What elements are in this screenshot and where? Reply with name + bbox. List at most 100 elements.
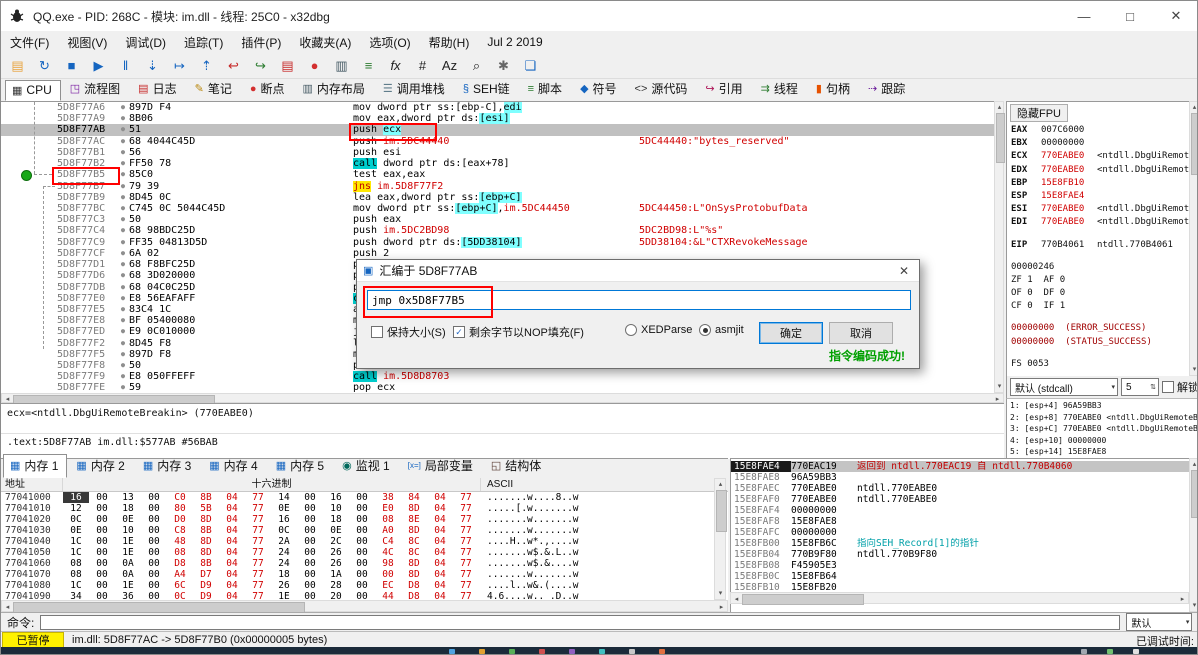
xedparse-radio[interactable] <box>625 324 637 336</box>
memory-byte[interactable]: 80 <box>167 503 193 514</box>
stop-icon[interactable]: ■ <box>59 54 84 77</box>
memory-byte[interactable]: 8E <box>401 514 427 525</box>
dialog-close-button[interactable]: ✕ <box>889 260 919 282</box>
registers-pane[interactable]: 隐藏FPU EAX 007C6000 EBX 00000000 ECX 770EABE0 <… <box>1006 101 1190 377</box>
register-row[interactable]: EBP 15E8FB10 <box>1011 177 1190 190</box>
memory-byte[interactable]: 04 <box>219 514 245 525</box>
memory-byte[interactable]: 0A <box>115 558 141 569</box>
memory-row[interactable]: 77041060 08 00 0A 00 D8 8B 04 77 24 00 26 00 98 8D 04 77… <box>1 558 728 569</box>
memory-byte[interactable]: 84 <box>401 492 427 503</box>
memory-row[interactable]: 77041070 08 00 0A 00 A4 D7 04 77 18 00 1A 00 00 8D 04 77… <box>1 569 728 580</box>
keep-size-option[interactable]: 保持大小(S) <box>371 324 446 340</box>
log-icon[interactable]: ▤ <box>275 54 300 77</box>
disasm-row[interactable]: 5D8F77B9 ● 8D45 0C lea eax,dword ptr ss:[eb… <box>1 191 1004 203</box>
flags-row[interactable]: OF 0 DF 0 <box>1011 287 1190 300</box>
memory-byte[interactable]: 00 <box>297 492 323 503</box>
stack-pane[interactable]: 15E8FAE4 770EAC19 返回到 ntdll.770EAC19 自 ntd… <box>730 458 1197 612</box>
memory-byte[interactable]: 77 <box>245 525 271 536</box>
register-row[interactable]: EIP 770B4061 ntdll.770B4061 <box>1011 239 1190 252</box>
taskbar-icon[interactable] <box>569 649 575 654</box>
memory-byte[interactable]: 00 <box>89 569 115 580</box>
memory-byte[interactable]: 00 <box>89 492 115 503</box>
step-into-icon[interactable]: ⇣ <box>140 54 165 77</box>
memory-byte[interactable]: 00 <box>141 492 167 503</box>
memory-byte[interactable]: 00 <box>349 503 375 514</box>
memory-byte[interactable]: 24 <box>271 558 297 569</box>
memory-byte[interactable]: 8D <box>401 558 427 569</box>
memory-byte[interactable]: 00 <box>141 536 167 547</box>
memory-byte[interactable]: 00 <box>297 503 323 514</box>
memory-byte[interactable]: 1E <box>115 536 141 547</box>
memory-byte[interactable]: 00 <box>349 492 375 503</box>
memory-row[interactable]: 77041000 16 00 13 00 C0 8B 04 77 14 00 16 00 38 84 04 77… <box>1 492 728 503</box>
stack-row[interactable]: 15E8FAE4 770EAC19 返回到 ntdll.770EAC19 自 ntd… <box>731 461 1197 472</box>
memory-byte[interactable]: 00 <box>297 569 323 580</box>
memory-byte[interactable]: 77 <box>453 547 479 558</box>
run-icon[interactable]: ▶ <box>86 54 111 77</box>
tray-icon[interactable] <box>1081 649 1087 654</box>
memory-byte[interactable]: 00 <box>297 514 323 525</box>
command-mode-select[interactable]: 默认 ▾ <box>1126 613 1193 631</box>
tab-memory-2[interactable]: ▦ 内存 2 <box>69 454 133 478</box>
disasm-row[interactable]: 5D8F77B5 ● 85C0 test eax,eax <box>1 169 1004 180</box>
minimize-button[interactable]: — <box>1061 1 1107 31</box>
memory-byte[interactable]: 8B <box>193 558 219 569</box>
memory-byte[interactable]: 00 <box>89 580 115 591</box>
keep-size-checkbox[interactable] <box>371 326 383 338</box>
memory-byte[interactable]: 00 <box>141 525 167 536</box>
memory-row[interactable]: 77041080 1C 00 1E 00 6C D9 04 77 26 00 28 00 EC D8 04 77… <box>1 580 728 591</box>
tab-memory-3[interactable]: ▦ 内存 3 <box>136 454 200 478</box>
memory-byte[interactable]: 00 <box>297 525 323 536</box>
memory-byte[interactable]: 04 <box>427 580 453 591</box>
memory-byte[interactable]: 18 <box>115 503 141 514</box>
memory-map-icon[interactable]: ▥ <box>329 54 354 77</box>
nop-fill-option[interactable]: ✓ 剩余字节以NOP填充(F) <box>453 324 584 340</box>
memory-byte[interactable]: 14 <box>271 492 297 503</box>
disasm-row[interactable]: 5D8F77A9 ● 8B06 mov eax,dword ptr ds:[esi] <box>1 113 1004 125</box>
tray-icon[interactable] <box>1107 649 1113 654</box>
assemble-dialog[interactable]: ▣ 汇编于 5D8F77AB ✕ 保持大小(S) ✓ 剩余字节以NOP填充(F)… <box>356 259 920 369</box>
memory-byte[interactable]: 16 <box>271 514 297 525</box>
memory-byte[interactable]: 0E <box>323 525 349 536</box>
tab-locals[interactable]: [x=] 局部变量 <box>401 454 482 478</box>
menu-trace[interactable]: 追踪(T) <box>175 32 232 53</box>
memory-byte[interactable]: 04 <box>427 558 453 569</box>
stack-row[interactable]: 15E8FAFC 00000000 <box>731 527 1197 538</box>
memory-byte[interactable]: 00 <box>141 580 167 591</box>
memory-scrollbar-horizontal[interactable]: ◂ ▸ <box>1 600 728 613</box>
tab-threads[interactable]: ⇉ 线程 <box>754 77 807 101</box>
memory-byte[interactable]: 77 <box>453 525 479 536</box>
memory-byte[interactable]: 08 <box>167 547 193 558</box>
memory-byte[interactable]: 00 <box>297 580 323 591</box>
flags-row[interactable]: CF 0 IF 1 <box>1011 300 1190 313</box>
register-row[interactable]: ECX 770EABE0 <ntdll.DbgUiRemoteBreakin> <box>1011 150 1190 163</box>
memory-byte[interactable]: 8B <box>193 525 219 536</box>
stack-scrollbar-horizontal[interactable]: ◂ ▸ <box>730 592 1189 605</box>
title-bar[interactable]: QQ.exe - PID: 268C - 模块: im.dll - 线程: 25… <box>1 1 1197 32</box>
memory-byte[interactable]: 00 <box>349 569 375 580</box>
taskbar-icon[interactable] <box>539 649 545 654</box>
memory-byte[interactable]: C0 <box>167 492 193 503</box>
tab-call-stack[interactable]: ☰ 调用堆栈 <box>376 77 454 101</box>
memory-row[interactable]: 77041010 12 00 18 00 80 5B 04 77 0E 00 10 00 E0 8D 04 77… <box>1 503 728 514</box>
memory-byte[interactable]: 1E <box>115 547 141 558</box>
find-icon[interactable]: ⌕ <box>464 54 489 77</box>
register-row[interactable]: ESP 15E8FAE4 <box>1011 190 1190 203</box>
tab-references[interactable]: ↪ 引用 <box>698 77 751 101</box>
memory-byte[interactable]: A0 <box>375 525 401 536</box>
maximize-button[interactable]: □ <box>1107 1 1153 31</box>
tab-trace[interactable]: ⇢ 跟踪 <box>861 77 914 101</box>
memory-byte[interactable]: EC <box>375 580 401 591</box>
memory-byte[interactable]: C4 <box>375 536 401 547</box>
tab-notes[interactable]: ✎ 笔记 <box>188 77 241 101</box>
memory-byte[interactable]: C8 <box>167 525 193 536</box>
taskbar-icon[interactable] <box>629 649 635 654</box>
memory-byte[interactable]: 1C <box>63 580 89 591</box>
taskbar-icon[interactable] <box>449 649 455 654</box>
unlock-checkbox[interactable] <box>1162 381 1174 393</box>
menu-favourites[interactable]: 收藏夹(A) <box>290 32 360 53</box>
stack-row[interactable]: 15E8FAF4 00000000 <box>731 505 1197 516</box>
memory-byte[interactable]: 04 <box>427 503 453 514</box>
memory-byte[interactable]: 77 <box>453 580 479 591</box>
memory-byte[interactable]: 28 <box>323 580 349 591</box>
